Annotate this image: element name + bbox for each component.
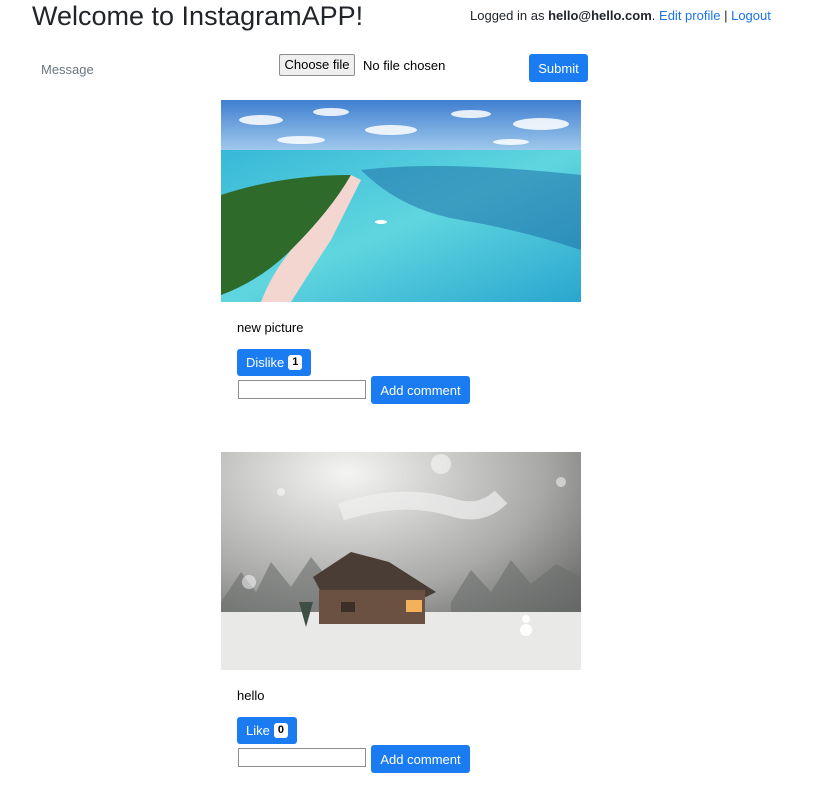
logout-link[interactable]: Logout <box>731 8 771 23</box>
edit-profile-link[interactable]: Edit profile <box>659 8 720 23</box>
file-status: No file chosen <box>363 58 446 73</box>
like-count-badge: 0 <box>273 723 288 738</box>
post-caption: hello <box>237 688 265 703</box>
like-count-badge: 1 <box>288 355 303 370</box>
add-comment-button[interactable]: Add comment <box>371 745 470 773</box>
beach-aerial-photo <box>221 100 581 302</box>
post-caption: new picture <box>237 320 304 335</box>
like-label: Like <box>246 723 270 738</box>
submit-button[interactable]: Submit <box>529 54 588 82</box>
dislike-button[interactable]: Dislike 1 <box>237 349 312 376</box>
comment-input[interactable] <box>238 380 366 399</box>
add-comment-button[interactable]: Add comment <box>371 376 470 404</box>
separator: | <box>724 8 728 23</box>
comment-input[interactable] <box>238 748 366 767</box>
user-email: hello@hello.com <box>548 8 652 23</box>
logged-in-label: Logged in as <box>470 8 549 23</box>
user-bar: Logged in as hello@hello.com. Edit profi… <box>470 7 771 25</box>
choose-file-button[interactable]: Choose file <box>279 54 355 76</box>
like-button[interactable]: Like 0 <box>237 717 297 744</box>
message-label[interactable]: Message <box>41 62 94 78</box>
period: . <box>651 8 656 23</box>
winter-cabin-photo <box>221 452 581 670</box>
page-title: Welcome to InstagramAPP! <box>32 1 364 31</box>
like-label: Dislike <box>246 355 285 370</box>
